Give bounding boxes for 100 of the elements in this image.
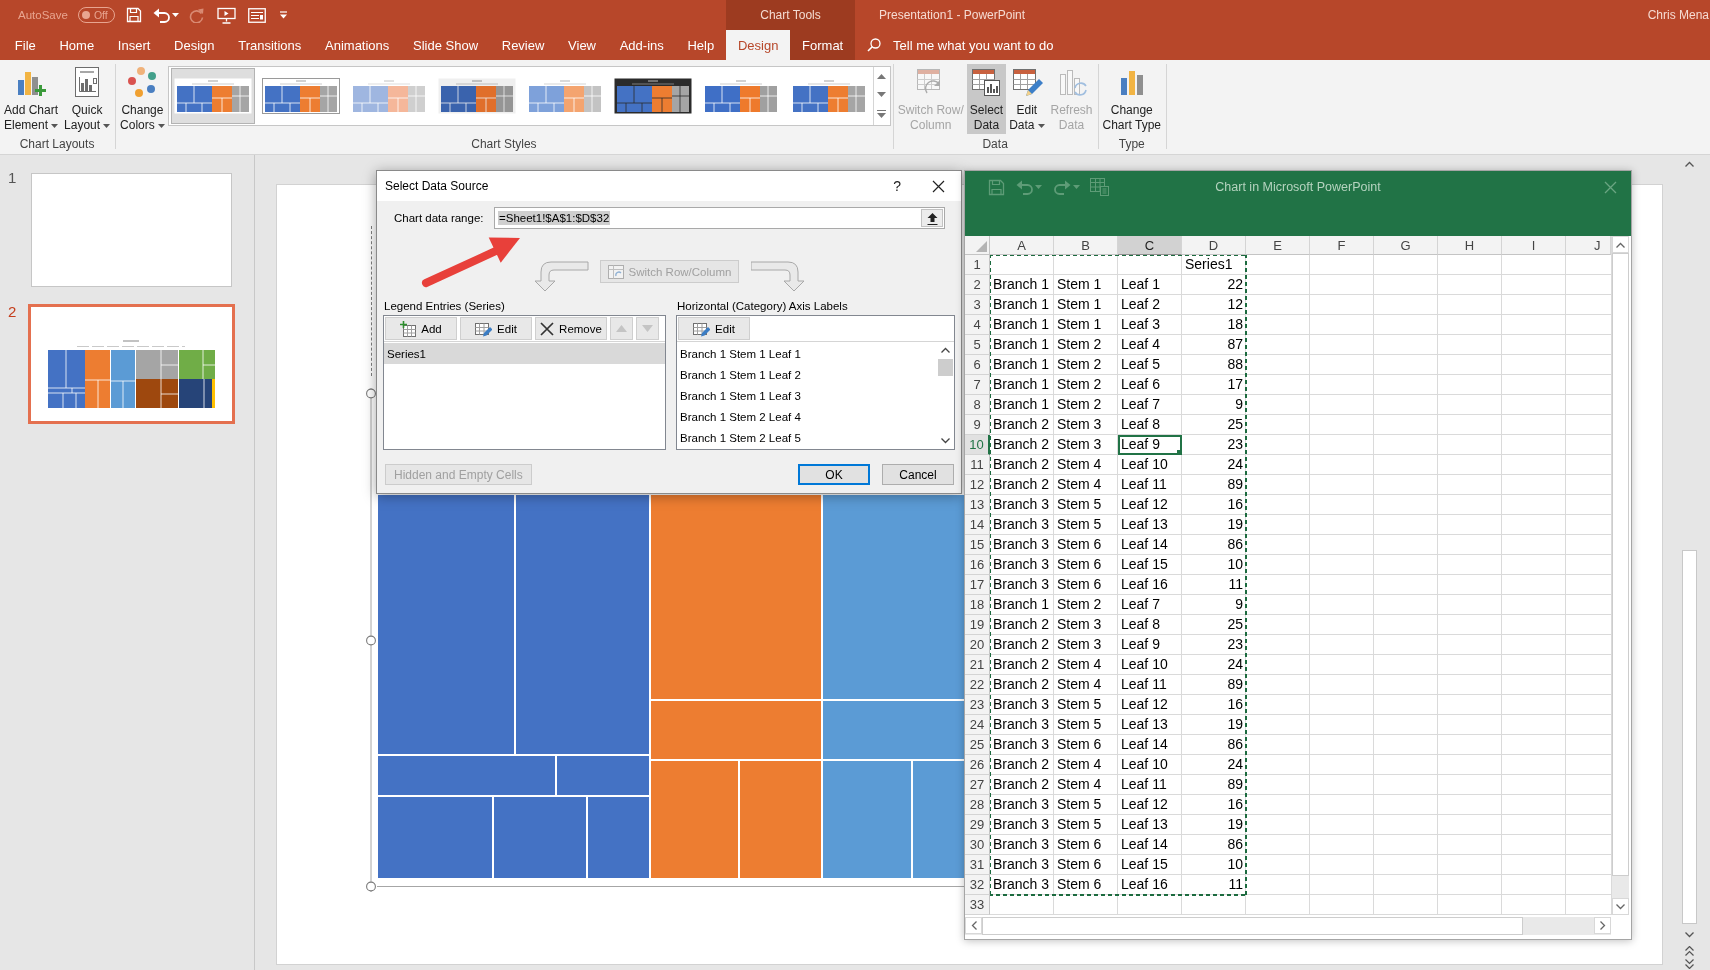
close-icon[interactable] (932, 179, 945, 193)
scroll-left-button[interactable] (965, 917, 982, 934)
row-header[interactable]: 13 (965, 495, 990, 515)
row-header[interactable]: 32 (965, 875, 990, 895)
panel-icon[interactable] (247, 7, 266, 23)
scroll-thumb[interactable] (982, 917, 1523, 935)
column-header[interactable]: H (1438, 236, 1502, 255)
edit-button[interactable]: Edit (678, 317, 750, 340)
knob-icon[interactable] (81, 11, 90, 19)
more-icon[interactable] (877, 110, 887, 119)
row-header[interactable]: 31 (965, 855, 990, 875)
row-header[interactable]: 33 (965, 895, 990, 915)
caret-icon[interactable] (1037, 123, 1045, 128)
row-header[interactable]: 16 (965, 555, 990, 575)
ribbon-tab[interactable]: Add-ins (607, 30, 676, 60)
undo-icon[interactable] (152, 7, 170, 23)
caret-icon[interactable] (171, 13, 179, 17)
edit-button[interactable]: Edit (460, 317, 532, 340)
row-header[interactable]: 25 (965, 735, 990, 755)
quick-layout-button[interactable]: Quick Layout (61, 64, 114, 134)
double-chevron-up-icon[interactable] (1685, 946, 1694, 956)
row-header[interactable]: 24 (965, 715, 990, 735)
triangle-down-icon[interactable] (877, 92, 887, 97)
list-item[interactable]: Branch 1 Stem 1 Leaf 2 (677, 364, 937, 385)
slide-thumbnail[interactable] (28, 170, 235, 290)
user-name[interactable]: Chris Mena (1647, 8, 1709, 22)
list-item[interactable]: Branch 1 Stem 2 Leaf 4 (677, 406, 937, 427)
column-header[interactable]: F (1310, 236, 1374, 255)
row-header[interactable]: 2 (965, 275, 990, 295)
row-header[interactable]: 4 (965, 315, 990, 335)
ribbon-tab[interactable]: Insert (106, 30, 163, 60)
select-data-button[interactable]: Select Data (966, 64, 1007, 134)
ribbon-tab[interactable]: Slide Show (401, 30, 490, 60)
row-header[interactable]: 18 (965, 595, 990, 615)
ribbon-tab[interactable]: Help (675, 30, 727, 60)
ribbon-tab[interactable]: Review (489, 30, 557, 60)
row-header[interactable]: 8 (965, 395, 990, 415)
row-header[interactable]: 9 (965, 415, 990, 435)
row-header[interactable]: 19 (965, 615, 990, 635)
collapse-button[interactable] (921, 209, 943, 227)
caret-icon[interactable] (157, 123, 165, 128)
scroll-thumb[interactable] (1682, 550, 1697, 924)
column-header[interactable]: B (1054, 236, 1118, 255)
row-header[interactable]: 17 (965, 575, 990, 595)
ribbon-tab[interactable]: Format (790, 30, 856, 60)
selection-edge-with-handles[interactable] (366, 388, 376, 892)
slide-thumbnail[interactable] (28, 304, 235, 424)
row-header[interactable]: 14 (965, 515, 990, 535)
chevron-up-icon[interactable] (941, 347, 950, 353)
scroll-right-button[interactable] (1594, 917, 1611, 934)
cancel-button[interactable]: Cancel (882, 464, 954, 485)
chevron-up-icon[interactable] (1616, 241, 1625, 248)
row-header[interactable]: 30 (965, 835, 990, 855)
row-header[interactable]: 28 (965, 795, 990, 815)
list-item[interactable]: Branch 1 Stem 1 Leaf 3 (677, 385, 937, 406)
scroll-up-button[interactable] (1612, 236, 1629, 253)
change-colors-button[interactable]: Change Colors (117, 64, 168, 134)
column-header[interactable]: C (1118, 236, 1182, 255)
ribbon-tab[interactable]: Design (162, 30, 227, 60)
search-field[interactable]: Tell me what you want to do (893, 37, 1079, 53)
column-header[interactable]: I (1502, 236, 1566, 255)
caret-icon[interactable] (51, 123, 59, 128)
chevron-down-icon[interactable] (1616, 903, 1625, 910)
column-header[interactable]: E (1246, 236, 1310, 255)
ok-button[interactable]: OK (798, 464, 870, 485)
row-header[interactable]: 29 (965, 815, 990, 835)
add-button[interactable]: Add (385, 317, 457, 340)
list-item[interactable]: Series1 (384, 343, 665, 364)
column-header[interactable]: J (1566, 236, 1611, 255)
chevron-down-icon[interactable] (1685, 932, 1694, 938)
row-header[interactable]: 22 (965, 675, 990, 695)
range-field[interactable]: =Sheet1!$A$1:$D$32 (494, 207, 945, 229)
row-header[interactable]: 1 (965, 255, 990, 275)
row-header[interactable]: 15 (965, 535, 990, 555)
row-header[interactable]: 5 (965, 335, 990, 355)
column-header[interactable]: G (1374, 236, 1438, 255)
row-header[interactable]: 6 (965, 355, 990, 375)
list-item[interactable]: Branch 1 Stem 1 Leaf 1 (677, 343, 937, 364)
remove-button[interactable]: Remove (535, 317, 607, 340)
row-header[interactable]: 12 (965, 475, 990, 495)
caret-icon[interactable] (103, 123, 111, 128)
chevron-down-icon[interactable] (941, 438, 950, 444)
triangle-up-icon[interactable] (877, 73, 887, 79)
ribbon-tab[interactable]: View (556, 30, 608, 60)
row-header[interactable]: 3 (965, 295, 990, 315)
help-button[interactable]: ? (891, 178, 903, 194)
chevron-up-icon[interactable] (1685, 161, 1694, 167)
change-chart-type-button[interactable]: Change Chart Type (1099, 64, 1164, 134)
scroll-down-button[interactable] (1612, 898, 1629, 915)
menu-caret-icon[interactable] (278, 11, 288, 19)
row-header[interactable]: 23 (965, 695, 990, 715)
column-header[interactable]: A (990, 236, 1054, 255)
row-header[interactable]: 20 (965, 635, 990, 655)
column-header[interactable]: D (1182, 236, 1246, 255)
row-header[interactable]: 10 (965, 435, 990, 455)
ribbon-tab[interactable]: Home (47, 30, 106, 60)
double-chevron-down-icon[interactable] (1685, 959, 1694, 969)
row-header[interactable]: 21 (965, 655, 990, 675)
ribbon-tab[interactable]: Transitions (226, 30, 314, 60)
edit-data-button[interactable]: Edit Data (1006, 64, 1048, 134)
